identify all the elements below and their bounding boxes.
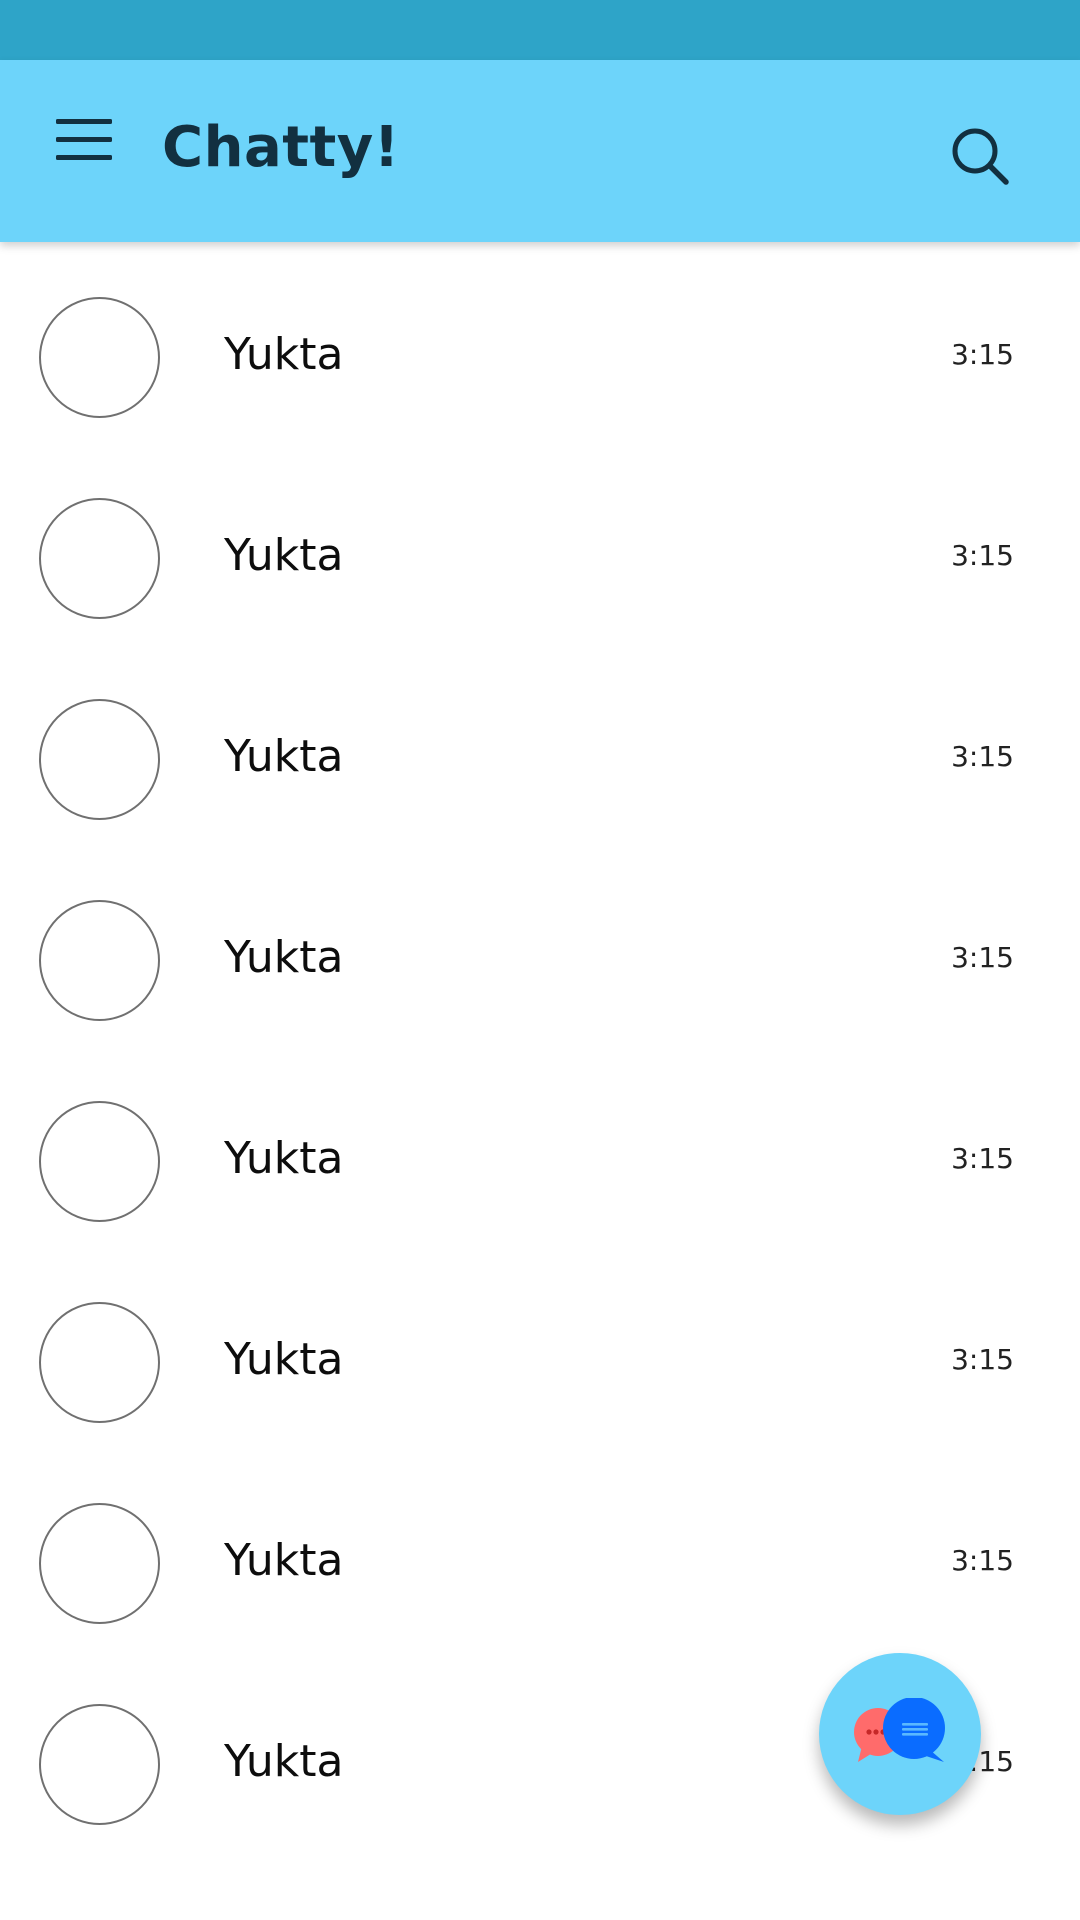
search-button[interactable] (948, 124, 1020, 196)
chat-list-item[interactable]: Yukta 3:15 (0, 249, 1080, 450)
chat-name: Yukta (224, 1133, 344, 1184)
app-title: Chatty! (162, 115, 400, 180)
chat-list-item[interactable]: Yukta 3:15 (0, 450, 1080, 651)
chat-time: 3:15 (951, 1142, 1014, 1175)
chat-name: Yukta (224, 1334, 344, 1385)
chat-time: 3:15 (951, 539, 1014, 572)
chat-name: Yukta (224, 731, 344, 782)
avatar (39, 1302, 160, 1423)
chat-list-item[interactable]: Yukta 3:15 (0, 1053, 1080, 1254)
new-chat-fab[interactable] (819, 1653, 981, 1815)
chat-time: 3:15 (951, 1544, 1014, 1577)
search-icon (952, 128, 1009, 185)
chat-list-item[interactable]: Yukta 3:15 (0, 1254, 1080, 1455)
avatar (39, 699, 160, 820)
menu-button[interactable] (56, 118, 130, 184)
app-bar: Chatty! (0, 60, 1080, 242)
status-bar (0, 0, 1080, 60)
avatar (39, 1503, 160, 1624)
chat-time: 3:15 (951, 740, 1014, 773)
chat-time: 3:15 (951, 338, 1014, 371)
chat-time: 3:15 (951, 941, 1014, 974)
avatar (39, 1704, 160, 1825)
chat-list-item[interactable]: Yukta 3:15 (0, 1455, 1080, 1656)
chat-name: Yukta (224, 932, 344, 983)
chat-name: Yukta (224, 1535, 344, 1586)
avatar (39, 297, 160, 418)
avatar (39, 498, 160, 619)
menu-icon (56, 119, 112, 160)
chat-name: Yukta (224, 530, 344, 581)
avatar (39, 1101, 160, 1222)
chat-bubbles-icon (854, 1698, 945, 1762)
chat-list-item[interactable]: Yukta 3:15 (0, 651, 1080, 852)
chat-name: Yukta (224, 1736, 344, 1787)
avatar (39, 900, 160, 1021)
chat-name: Yukta (224, 329, 344, 380)
chat-time: 3:15 (951, 1343, 1014, 1376)
chat-list-item[interactable]: Yukta 3:15 (0, 852, 1080, 1053)
